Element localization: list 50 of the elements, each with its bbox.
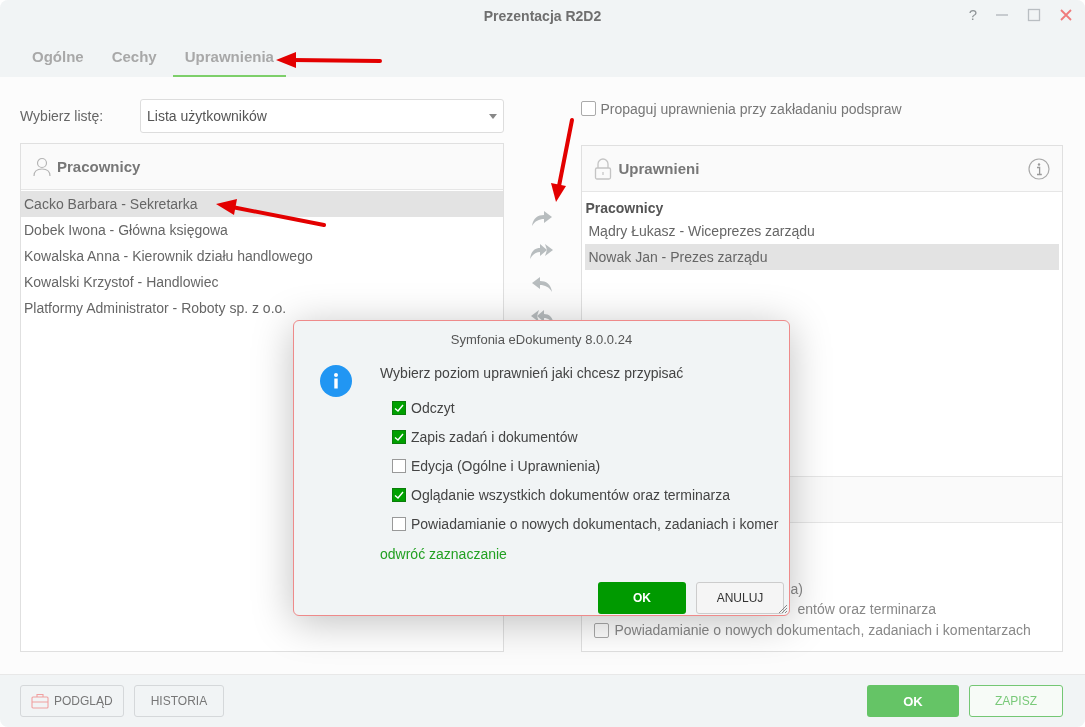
group-heading: Pracownicy [585,200,665,218]
authorized-item[interactable]: Nowak Jan - Prezes zarządu [585,244,1059,270]
list-picker-label: Wybierz listę: [20,108,105,124]
option-label: Odczyt [411,399,455,416]
briefcase-icon [31,693,49,709]
employee-item[interactable]: Platformy Administrator - Roboty sp. z o.o. [21,295,503,321]
person-icon [33,156,51,177]
invert-selection-link[interactable]: odwróć zaznaczanie [380,546,779,562]
close-icon[interactable] [1059,7,1073,22]
cancel-button[interactable]: ANULUJ [696,582,784,614]
window-title: Prezentacja R2D2 [483,8,602,24]
help-button[interactable]: ? [968,6,977,23]
ok-button[interactable]: OK [867,685,959,717]
checkbox[interactable] [392,458,406,473]
employee-item[interactable]: Kowalski Krzystof - Handlowiec [21,269,503,295]
dialog-message: Wybierz poziom uprawnień jaki chcesz przypisać [380,365,685,381]
option-label: Zapis zadań i dokumentów [411,428,578,445]
checkbox-label: Propaguj uprawnienia przy zakładaniu podspraw [600,101,902,117]
resize-grip-icon[interactable] [776,602,788,614]
checkbox[interactable] [581,101,597,116]
employee-item[interactable]: Cacko Barbara - Sekretarka [21,191,503,217]
permission-label: a) [790,580,803,599]
checkbox[interactable] [392,429,406,444]
ok-button[interactable]: OK [598,582,686,614]
checkbox[interactable] [392,400,406,415]
preview-button[interactable]: PODGLĄD [20,685,124,717]
back-arrow-icon[interactable] [530,275,555,293]
checkbox[interactable] [594,622,610,638]
employee-item[interactable]: Kowalska Anna - Kierownik działu handlowego [21,243,503,269]
employee-item[interactable]: Dobek Iwona - Główna księgowa [21,217,503,243]
info-icon [320,365,352,397]
info-icon[interactable] [1028,157,1050,180]
maximize-icon[interactable] [1027,7,1041,22]
list-dropdown[interactable]: Lista użytkowników [140,99,504,133]
panel-title: Pracownicy [57,158,141,175]
tab[interactable]: Ogólne [20,48,96,77]
option-label: Oglądanie wszystkich dokumentów oraz terminarza [411,486,731,503]
panel-title: Uprawnieni [618,160,700,177]
checkbox[interactable] [392,487,406,502]
dropdown-caret-icon [488,113,497,119]
option-label: Powiadamianie o nowych dokumentach, zadaniach i komer [411,515,779,532]
permission-label: Powiadamianie o nowych dokumentach, zadaniach i komentarzach [614,622,1031,638]
permission-label: entów oraz terminarza [797,600,936,619]
authorized-item[interactable]: Mądry Łukasz - Wiceprezes zarządu [585,218,1059,244]
tab[interactable]: Cechy [99,48,169,77]
checkbox[interactable] [392,516,406,531]
lock-icon [594,157,613,180]
option-label: Edycja (Ogólne i Uprawnienia) [411,457,601,474]
history-button[interactable]: HISTORIA [133,685,225,717]
dialog-title: Symfonia eDokumenty 8.0.0.24 [449,331,634,347]
